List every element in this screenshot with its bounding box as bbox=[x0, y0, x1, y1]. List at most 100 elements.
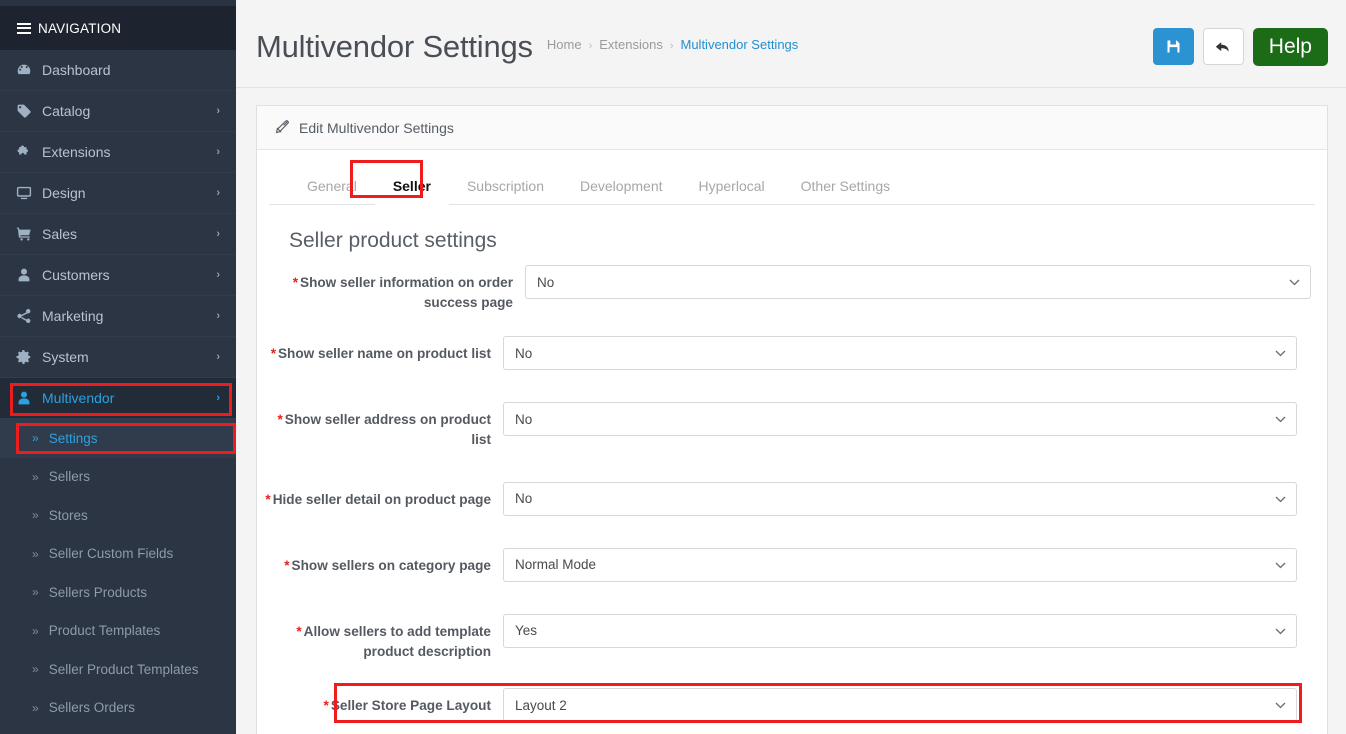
required-asterisk: * bbox=[296, 623, 302, 639]
tab-subscription[interactable]: Subscription bbox=[449, 167, 562, 205]
tab-other-settings[interactable]: Other Settings bbox=[783, 167, 909, 205]
sidebar-item-label: Multivendor bbox=[42, 390, 115, 406]
chevron-down-icon bbox=[1275, 412, 1286, 426]
section-title: Seller product settings bbox=[289, 229, 497, 252]
select-show-seller-name-product-list[interactable]: No bbox=[503, 336, 1297, 371]
sidebar-subitem-sellers[interactable]: » Sellers bbox=[0, 458, 236, 497]
breadcrumb-item-home[interactable]: Home bbox=[547, 37, 582, 52]
select-value: No bbox=[515, 345, 533, 361]
page-title: Multivendor Settings bbox=[256, 29, 533, 64]
required-asterisk: * bbox=[323, 698, 329, 714]
field-control: No bbox=[503, 402, 1311, 437]
select-show-seller-info-order-success[interactable]: No bbox=[525, 265, 1311, 299]
select-value: No bbox=[537, 274, 555, 290]
navigation-header-label: NAVIGATION bbox=[38, 20, 122, 36]
user-icon bbox=[16, 390, 42, 406]
breadcrumb-separator-icon: › bbox=[588, 40, 593, 52]
sidebar-item-catalog[interactable]: Catalog › bbox=[0, 91, 236, 132]
sidebar-item-dashboard[interactable]: Dashboard bbox=[0, 50, 236, 91]
help-button[interactable]: Help bbox=[1252, 27, 1328, 66]
select-value: No bbox=[515, 411, 533, 427]
chevron-right-icon: › bbox=[216, 310, 220, 322]
dashboard-icon bbox=[16, 62, 42, 78]
header-actions: Help bbox=[1152, 27, 1328, 66]
app-root: NAVIGATION Dashboard Catalog › Extension… bbox=[0, 0, 1346, 734]
sidebar-subitem-label: Settings bbox=[48, 430, 98, 446]
select-allow-sellers-template-description[interactable]: Yes bbox=[503, 613, 1297, 648]
field-label: * Show seller information on order succes… bbox=[292, 275, 513, 310]
field-label: * Show sellers on category page bbox=[284, 557, 491, 573]
panel-header: Edit Multivendor Settings bbox=[257, 106, 1327, 150]
sidebar-item-multivendor[interactable]: Multivendor › bbox=[0, 378, 236, 419]
tab-general[interactable]: General bbox=[289, 167, 375, 205]
user-icon bbox=[16, 267, 42, 283]
sidebar-item-design[interactable]: Design › bbox=[0, 173, 236, 214]
tab-seller[interactable]: Seller bbox=[374, 167, 449, 205]
sidebar-subitem-sellers-products[interactable]: » Sellers Products bbox=[0, 573, 236, 612]
form-row: * Allow sellers to add template product d… bbox=[257, 613, 1327, 661]
sidebar-subitem-label: Sellers Orders bbox=[48, 700, 135, 716]
sidebar-subitem-seller-custom-fields[interactable]: » Seller Custom Fields bbox=[0, 535, 236, 574]
breadcrumb-item-current[interactable]: Multivendor Settings bbox=[681, 37, 799, 52]
field-label: * Show seller address on product list bbox=[277, 412, 491, 448]
sidebar-item-system[interactable]: System › bbox=[0, 337, 236, 378]
desktop-icon bbox=[16, 185, 42, 201]
save-button[interactable] bbox=[1152, 28, 1194, 65]
required-asterisk: * bbox=[292, 275, 298, 290]
form-row: * Show seller address on product list No bbox=[257, 402, 1327, 449]
chevron-down-icon bbox=[1275, 346, 1286, 360]
double-chevron-icon: » bbox=[32, 623, 39, 638]
floppy-disk-icon bbox=[1167, 40, 1180, 53]
select-seller-store-page-layout[interactable]: Layout 2 bbox=[503, 688, 1297, 723]
select-value: Yes bbox=[515, 623, 538, 639]
sidebar-subitem-seller-product-templates[interactable]: » Seller Product Templates bbox=[0, 650, 236, 689]
seller-settings-form: * Show seller information on order succes… bbox=[257, 259, 1327, 723]
chevron-down-icon bbox=[1275, 624, 1286, 638]
chevron-right-icon: › bbox=[216, 146, 220, 158]
select-show-sellers-category-page[interactable]: Normal Mode bbox=[503, 547, 1297, 582]
field-label: * Allow sellers to add template product d… bbox=[296, 623, 491, 659]
sidebar-item-marketing[interactable]: Marketing › bbox=[0, 296, 236, 337]
field-label: * Hide seller detail on product page bbox=[265, 491, 491, 507]
chevron-down-icon bbox=[1275, 492, 1286, 506]
chevron-right-icon: › bbox=[216, 228, 220, 240]
sidebar-subitem-stores[interactable]: » Stores bbox=[0, 496, 236, 535]
cart-icon bbox=[16, 226, 42, 242]
back-button[interactable] bbox=[1202, 28, 1244, 65]
required-asterisk: * bbox=[270, 346, 276, 362]
sidebar-item-extensions[interactable]: Extensions › bbox=[0, 132, 236, 173]
sidebar-item-label: Sales bbox=[42, 226, 78, 242]
field-label: * Show seller name on product list bbox=[270, 346, 491, 362]
double-chevron-icon: » bbox=[32, 431, 39, 446]
sidebar-subitem-product-templates[interactable]: » Product Templates bbox=[0, 612, 236, 651]
double-chevron-icon: » bbox=[32, 469, 39, 484]
tab-hyperlocal[interactable]: Hyperlocal bbox=[681, 167, 783, 205]
breadcrumb-separator-icon: › bbox=[669, 40, 674, 52]
sidebar-item-customers[interactable]: Customers › bbox=[0, 255, 236, 296]
field-control: Normal Mode bbox=[503, 547, 1311, 582]
double-chevron-icon: » bbox=[32, 700, 39, 715]
double-chevron-icon: » bbox=[32, 546, 39, 561]
form-row: * Show sellers on category page Normal Mo… bbox=[257, 547, 1327, 582]
chevron-right-icon: › bbox=[216, 105, 220, 117]
sidebar-subitem-settings[interactable]: » Settings bbox=[0, 419, 236, 458]
breadcrumb-item-extensions[interactable]: Extensions bbox=[599, 37, 663, 52]
required-asterisk: * bbox=[265, 491, 271, 507]
gear-icon bbox=[16, 349, 42, 365]
main-content: Multivendor Settings Home › Extensions ›… bbox=[236, 6, 1346, 734]
chevron-right-icon: › bbox=[216, 392, 220, 404]
sidebar-subitem-sellers-orders[interactable]: » Sellers Orders bbox=[0, 689, 236, 728]
settings-tabs: General Seller Subscription Development … bbox=[269, 150, 1315, 205]
tab-development[interactable]: Development bbox=[562, 167, 681, 205]
panel-title: Edit Multivendor Settings bbox=[299, 119, 454, 136]
breadcrumb: Home › Extensions › Multivendor Settings bbox=[547, 37, 798, 56]
sidebar-item-sales[interactable]: Sales › bbox=[0, 214, 236, 255]
field-label: * Seller Store Page Layout bbox=[323, 698, 491, 714]
sidebar: NAVIGATION Dashboard Catalog › Extension… bbox=[0, 6, 236, 734]
back-arrow-icon bbox=[1216, 41, 1229, 52]
navigation-header[interactable]: NAVIGATION bbox=[0, 6, 236, 50]
sidebar-subitem-label: Seller Custom Fields bbox=[48, 546, 174, 562]
select-show-seller-address-product-list[interactable]: No bbox=[503, 402, 1297, 437]
sidebar-item-label: System bbox=[42, 349, 89, 365]
select-hide-seller-detail-product-page[interactable]: No bbox=[503, 481, 1297, 516]
